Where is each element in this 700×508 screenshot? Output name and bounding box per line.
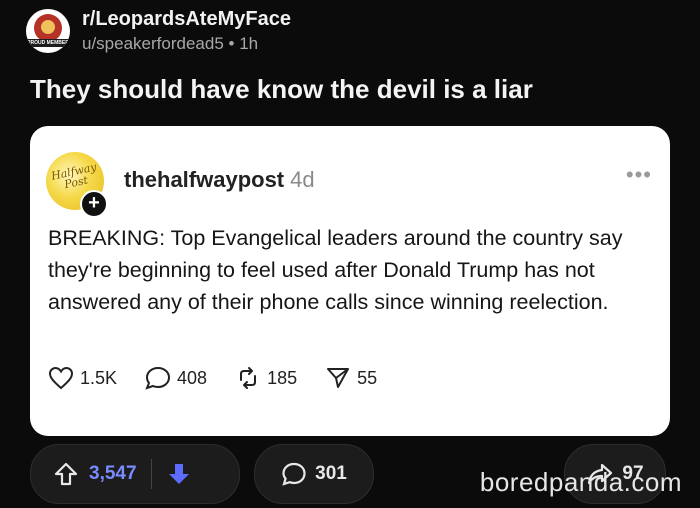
heart-icon bbox=[48, 366, 74, 390]
comment-bubble-icon bbox=[145, 366, 171, 390]
author-line: u/speakerfordead5 • 1h bbox=[82, 33, 291, 55]
vote-pill: 3,547 bbox=[30, 444, 240, 504]
repost-count: 185 bbox=[267, 367, 298, 388]
post-age: 1h bbox=[239, 34, 259, 53]
comment-icon bbox=[282, 462, 306, 486]
post-header: PROUD MEMBER r/LeopardsAteMyFace u/speak… bbox=[26, 6, 291, 56]
subreddit-avatar[interactable]: PROUD MEMBER bbox=[26, 9, 70, 53]
follow-plus-icon[interactable]: + bbox=[80, 190, 108, 218]
share-stat[interactable]: 55 bbox=[325, 366, 377, 390]
embedded-stats: 1.5K 408 185 55 bbox=[48, 366, 405, 390]
like-count: 1.5K bbox=[80, 367, 118, 388]
embedded-age: 4d bbox=[290, 167, 315, 192]
post-meta: r/LeopardsAteMyFace u/speakerfordead5 • … bbox=[82, 7, 291, 55]
send-icon bbox=[327, 368, 350, 388]
downvote-arrow-icon[interactable] bbox=[166, 461, 192, 487]
embedded-handle[interactable]: thehalfwaypost bbox=[124, 167, 284, 192]
author-name[interactable]: u/speakerfordead5 bbox=[82, 34, 224, 53]
boredpanda-watermark: boredpanda.com bbox=[479, 467, 682, 497]
like-stat[interactable]: 1.5K bbox=[48, 366, 117, 390]
repost-stat[interactable]: 185 bbox=[235, 366, 297, 390]
subreddit-name[interactable]: r/LeopardsAteMyFace bbox=[82, 7, 291, 31]
avatar-badge-text: PROUD MEMBER bbox=[26, 39, 70, 47]
reply-stat[interactable]: 408 bbox=[145, 366, 207, 390]
upvote-arrow-icon[interactable] bbox=[53, 461, 79, 487]
post-title[interactable]: They should have know the devil is a lia… bbox=[30, 74, 533, 105]
comment-count: 301 bbox=[315, 463, 347, 484]
more-options-icon[interactable]: ••• bbox=[626, 162, 652, 188]
share-count: 55 bbox=[357, 367, 378, 388]
embedded-post-text: BREAKING: Top Evangelical leaders around… bbox=[48, 226, 623, 314]
meta-separator: • bbox=[228, 34, 235, 53]
embedded-author: thehalfwaypost 4d bbox=[124, 167, 315, 193]
comments-button[interactable]: 301 bbox=[254, 444, 374, 504]
embedded-post-card[interactable]: Halfway Post + thehalfwaypost 4d ••• BREA… bbox=[30, 126, 670, 436]
avatar-logo-text: Halfway Post bbox=[50, 160, 98, 192]
reply-count: 408 bbox=[177, 367, 208, 388]
vote-divider bbox=[150, 459, 152, 489]
repost-icon bbox=[240, 367, 257, 389]
upvote-count: 3,547 bbox=[89, 463, 137, 484]
leopard-logo-icon bbox=[34, 14, 62, 42]
